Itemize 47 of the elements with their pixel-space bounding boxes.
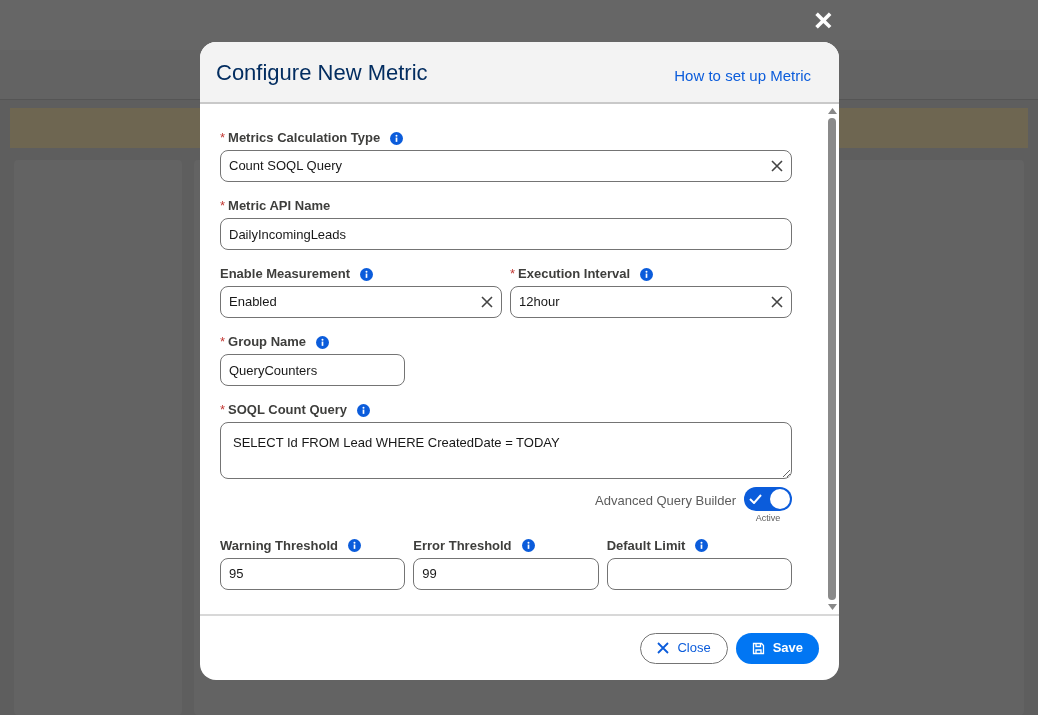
- required-asterisk: *: [220, 401, 226, 420]
- info-icon[interactable]: [316, 335, 330, 349]
- query-textarea[interactable]: SELECT Id FROM Lead WHERE CreatedDate = TODAY: [220, 422, 792, 479]
- info-icon[interactable]: [640, 267, 654, 281]
- required-asterisk: *: [220, 333, 226, 352]
- field-label: Metrics Calculation Type: [228, 129, 381, 148]
- input-field[interactable]: 99: [413, 557, 599, 590]
- required-asterisk: *: [510, 265, 516, 284]
- info-icon[interactable]: [390, 131, 404, 145]
- toggle-label: Advanced Query Builder: [595, 492, 736, 510]
- close-button[interactable]: Close: [640, 632, 728, 664]
- field-label: Execution Interval: [518, 265, 631, 284]
- save-icon: [751, 641, 765, 655]
- input-field[interactable]: [606, 557, 792, 590]
- info-icon[interactable]: [347, 539, 361, 552]
- info-icon[interactable]: [357, 403, 370, 417]
- required-asterisk: *: [220, 129, 226, 148]
- modal-title: Configure New Metric: [216, 58, 428, 87]
- save-button[interactable]: Save: [735, 632, 819, 664]
- info-icon[interactable]: [521, 539, 535, 552]
- toggle-switch[interactable]: [744, 487, 792, 511]
- field-label: Group Name: [228, 333, 307, 352]
- field-label: Enable Measurement: [220, 265, 351, 284]
- info-icon[interactable]: [695, 539, 709, 552]
- combobox[interactable]: Count SOQL Query: [220, 150, 792, 182]
- field-label: Metric API Name: [228, 197, 331, 216]
- clear-icon[interactable]: [771, 296, 783, 308]
- scroll-down-icon[interactable]: [827, 604, 837, 610]
- combobox[interactable]: 12hour: [510, 286, 792, 318]
- clear-icon[interactable]: [481, 296, 493, 308]
- input-field[interactable]: QueryCounters: [220, 354, 406, 386]
- field-label: Warning Threshold: [220, 536, 338, 555]
- close-icon: [657, 642, 670, 654]
- input-field[interactable]: 95: [220, 557, 406, 590]
- help-link[interactable]: How to set up Metric: [674, 64, 811, 88]
- required-asterisk: *: [220, 197, 226, 216]
- clear-icon[interactable]: [771, 160, 783, 172]
- field-label: Default Limit: [606, 536, 686, 555]
- check-icon: [749, 494, 762, 504]
- field-label: SOQL Count Query: [228, 401, 347, 420]
- field-label: Error Threshold: [413, 536, 512, 555]
- input-field[interactable]: DailyIncomingLeads: [220, 218, 792, 250]
- toggle-status: Active: [755, 512, 781, 525]
- scroll-up-icon[interactable]: [827, 108, 837, 114]
- info-icon[interactable]: [360, 267, 374, 281]
- combobox[interactable]: Enabled: [220, 286, 502, 318]
- scrollbar-thumb[interactable]: [828, 118, 836, 600]
